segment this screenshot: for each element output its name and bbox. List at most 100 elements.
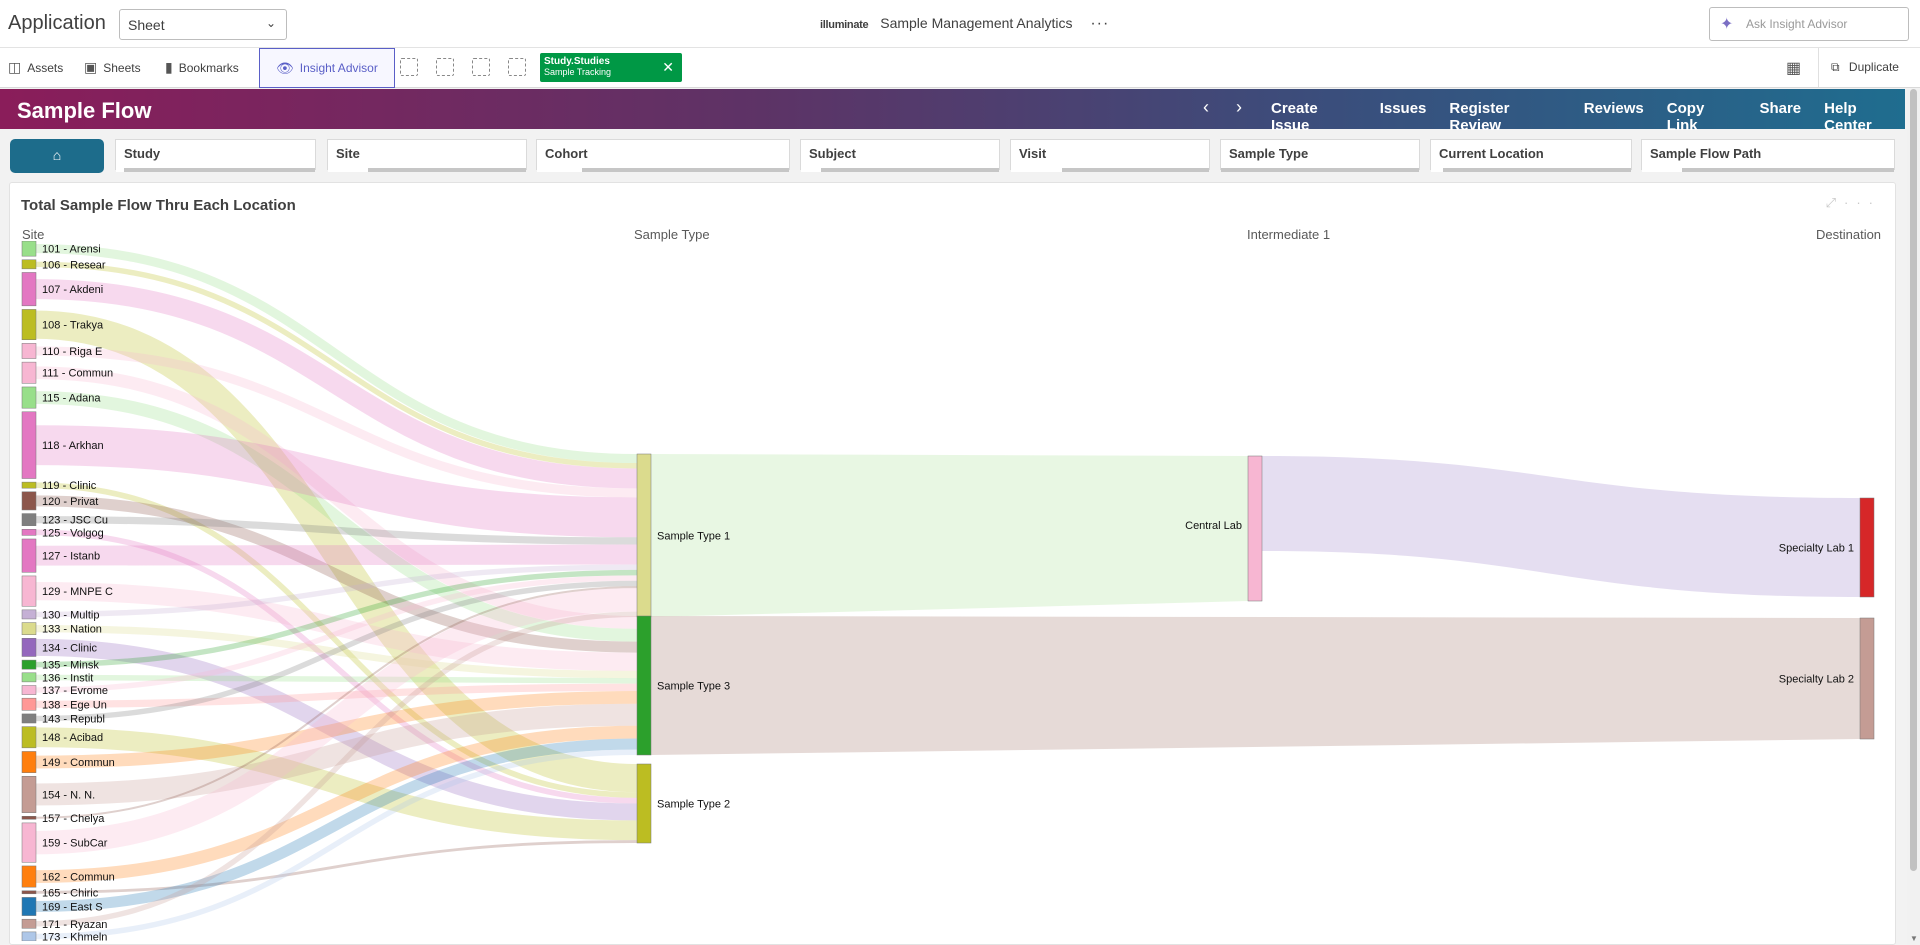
clear-selections-icon[interactable] — [508, 58, 526, 76]
grid-icon[interactable]: ▦ — [1786, 58, 1801, 78]
app-label[interactable]: Application — [8, 12, 106, 35]
sankey-site-node — [21, 931, 37, 941]
column-header-sample-type: Sample Type — [634, 227, 710, 242]
sankey-site-label: 143 - Republ — [42, 713, 105, 725]
sankey-intermediate-label: Central Lab — [1185, 520, 1242, 532]
sankey-site-node — [21, 622, 37, 635]
top-bar: Application Sheet ⌄ illuminate Sample Ma… — [0, 0, 1920, 48]
sankey-site-node — [21, 751, 37, 773]
more-options-icon[interactable]: ··· — [1844, 195, 1881, 210]
filter-subject[interactable]: Subject — [800, 139, 1000, 172]
sankey-site-label: 115 - Adana — [42, 393, 101, 405]
filter-bar — [1221, 168, 1419, 172]
sankey-site-node — [21, 672, 37, 683]
filter-bar — [1431, 168, 1631, 172]
sankey-site-node — [21, 726, 37, 749]
sankey-site-label: 118 - Arkhan — [42, 440, 104, 452]
share-link[interactable]: Share — [1759, 100, 1801, 134]
filter-fill — [328, 168, 368, 172]
filter-sample-type[interactable]: Sample Type — [1220, 139, 1420, 172]
chevron-left-icon[interactable]: ‹ — [1203, 97, 1209, 117]
assets-button[interactable]: ◫ Assets — [8, 48, 63, 87]
insight-advisor-label: Insight Advisor — [299, 61, 378, 75]
search-selection-icon[interactable] — [400, 58, 418, 76]
filter-study[interactable]: Study — [115, 139, 316, 172]
reviews-link[interactable]: Reviews — [1584, 100, 1644, 134]
sankey-site-node — [21, 513, 37, 526]
sankey-site-label: 157 - Chelya — [42, 813, 105, 825]
step-back-icon[interactable] — [436, 58, 454, 76]
filter-visit[interactable]: Visit — [1010, 139, 1210, 172]
sankey-site-node — [21, 411, 37, 479]
sankey-site-label: 129 - MNPE C — [42, 586, 113, 598]
duplicate-button[interactable]: ⧉ Duplicate — [1818, 48, 1920, 87]
sankey-site-node — [21, 575, 37, 607]
scroll-down-icon[interactable]: ▼ — [1910, 934, 1918, 943]
duplicate-icon: ⧉ — [1831, 60, 1840, 74]
sankey-link — [1262, 456, 1860, 597]
home-button[interactable]: ⌂ — [10, 139, 104, 173]
filter-current-location[interactable]: Current Location — [1430, 139, 1632, 172]
sankey-site-label: 133 - Nation — [42, 624, 102, 636]
register-review-link[interactable]: Register Review — [1449, 100, 1560, 134]
chevron-right-icon[interactable]: › — [1236, 97, 1242, 117]
sankey-site-label: 159 - SubCar — [42, 838, 108, 850]
column-header-destination: Destination — [1816, 227, 1882, 242]
filter-site[interactable]: Site — [327, 139, 527, 172]
scrollbar-thumb[interactable] — [1910, 89, 1917, 871]
sheet-nav: ‹ › — [1203, 97, 1264, 118]
filter-sample-flow-path[interactable]: Sample Flow Path — [1641, 139, 1895, 172]
sheets-label: Sheets — [103, 60, 141, 75]
sankey-site-node — [21, 865, 37, 888]
sankey-site-label: 137 - Evrome — [42, 685, 108, 697]
sankey-site-label: 120 - Privat — [42, 496, 98, 508]
sankey-site-node — [21, 386, 37, 409]
filter-label: Site — [336, 146, 360, 161]
help-center-link[interactable]: Help Center — [1824, 100, 1905, 134]
sankey-site-node — [21, 697, 37, 711]
expand-icon[interactable]: ⤢ — [1826, 195, 1844, 210]
create-issue-link[interactable]: Create Issue — [1271, 100, 1357, 134]
banner-links: Create Issue Issues Register Review Revi… — [1271, 100, 1905, 134]
sankey-site-label: 169 - East S — [42, 902, 103, 914]
bookmarks-button[interactable]: ▮ Bookmarks — [165, 48, 239, 87]
issues-link[interactable]: Issues — [1380, 100, 1427, 134]
sankey-site-label: 106 - Resear — [42, 259, 106, 271]
home-icon: ⌂ — [52, 147, 62, 163]
sankey-site-node — [21, 481, 37, 489]
filter-bar — [537, 168, 789, 172]
copy-link-link[interactable]: Copy Link — [1667, 100, 1737, 134]
sankey-destination-label: Specialty Lab 2 — [1779, 674, 1854, 686]
filter-label: Visit — [1019, 146, 1047, 161]
filter-label: Study — [124, 146, 161, 161]
sankey-sample-type-label: Sample Type 1 — [657, 531, 730, 543]
filter-fill — [1011, 168, 1063, 172]
sankey-site-label: 111 - Commun — [42, 368, 113, 380]
sankey-site-node — [21, 776, 37, 813]
sankey-site-label: 149 - Commun — [42, 757, 115, 769]
sankey-site-node — [21, 918, 37, 929]
sankey-sample-type-node — [636, 615, 652, 756]
sheets-button[interactable]: ▣ Sheets — [84, 48, 141, 87]
sheet-select[interactable]: Sheet ⌄ — [119, 9, 287, 40]
ask-placeholder: Ask Insight Advisor — [1746, 17, 1848, 31]
filter-bar — [1011, 168, 1209, 172]
sankey-site-node — [21, 638, 37, 657]
toolbar: ◫ Assets ▣ Sheets ▮ Bookmarks 👁 Insight … — [0, 48, 1920, 88]
step-forward-icon[interactable] — [472, 58, 490, 76]
sankey-link — [651, 616, 1860, 755]
selection-chip[interactable]: Study.Studies Sample Tracking ✕ — [540, 53, 682, 82]
chart-title: Total Sample Flow Thru Each Location — [21, 197, 296, 214]
sankey-site-node — [21, 890, 37, 895]
sankey-destination-node — [1859, 617, 1875, 740]
assets-label: Assets — [27, 60, 64, 75]
filter-cohort[interactable]: Cohort — [536, 139, 790, 172]
panel-tools: ⤢··· — [1826, 195, 1881, 211]
assets-icon: ◫ — [8, 59, 22, 75]
insight-advisor-button[interactable]: 👁 Insight Advisor — [259, 48, 395, 88]
more-icon[interactable]: ··· — [1090, 15, 1109, 32]
scrollbar[interactable]: ▼ — [1907, 89, 1920, 945]
ask-insight-advisor-input[interactable]: ✦ Ask Insight Advisor — [1709, 7, 1909, 41]
filter-bar — [1642, 168, 1894, 172]
close-icon[interactable]: ✕ — [662, 59, 674, 76]
